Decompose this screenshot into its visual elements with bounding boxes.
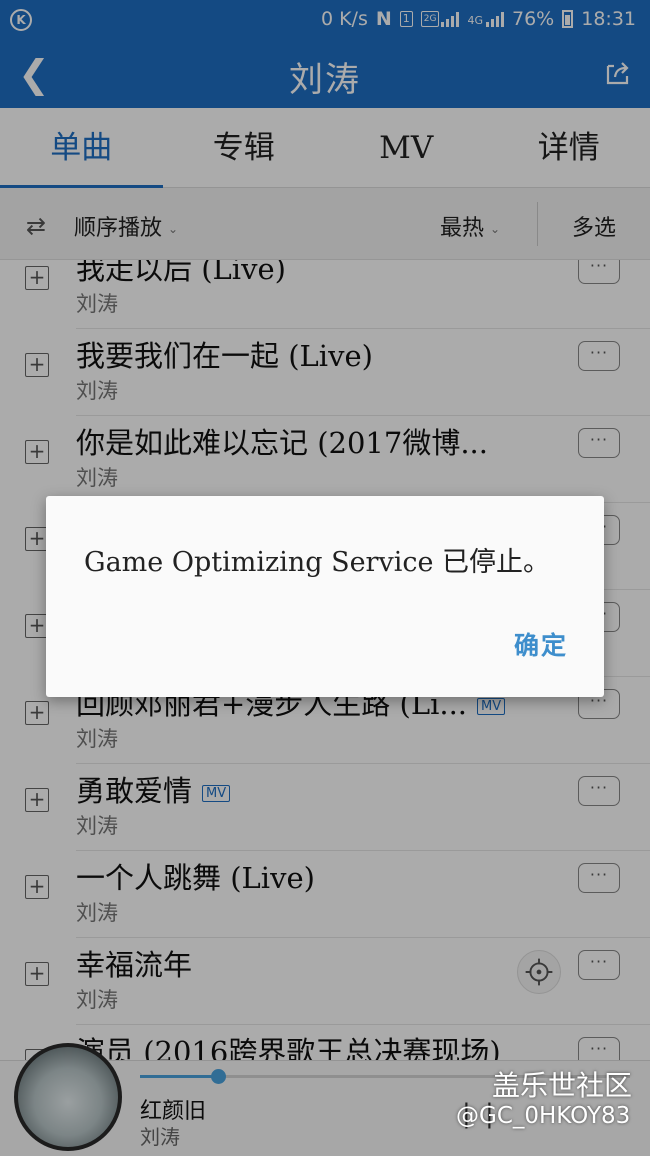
watermark-handle: @GC_0HKOY83 (456, 1103, 631, 1129)
alert-dialog: Game Optimizing Service 已停止。 确定 (46, 496, 604, 697)
dialog-message: Game Optimizing Service 已停止。 (84, 547, 551, 578)
watermark-title: 盖乐世社区 (492, 1069, 633, 1102)
confirm-button[interactable]: 确定 (514, 626, 568, 662)
